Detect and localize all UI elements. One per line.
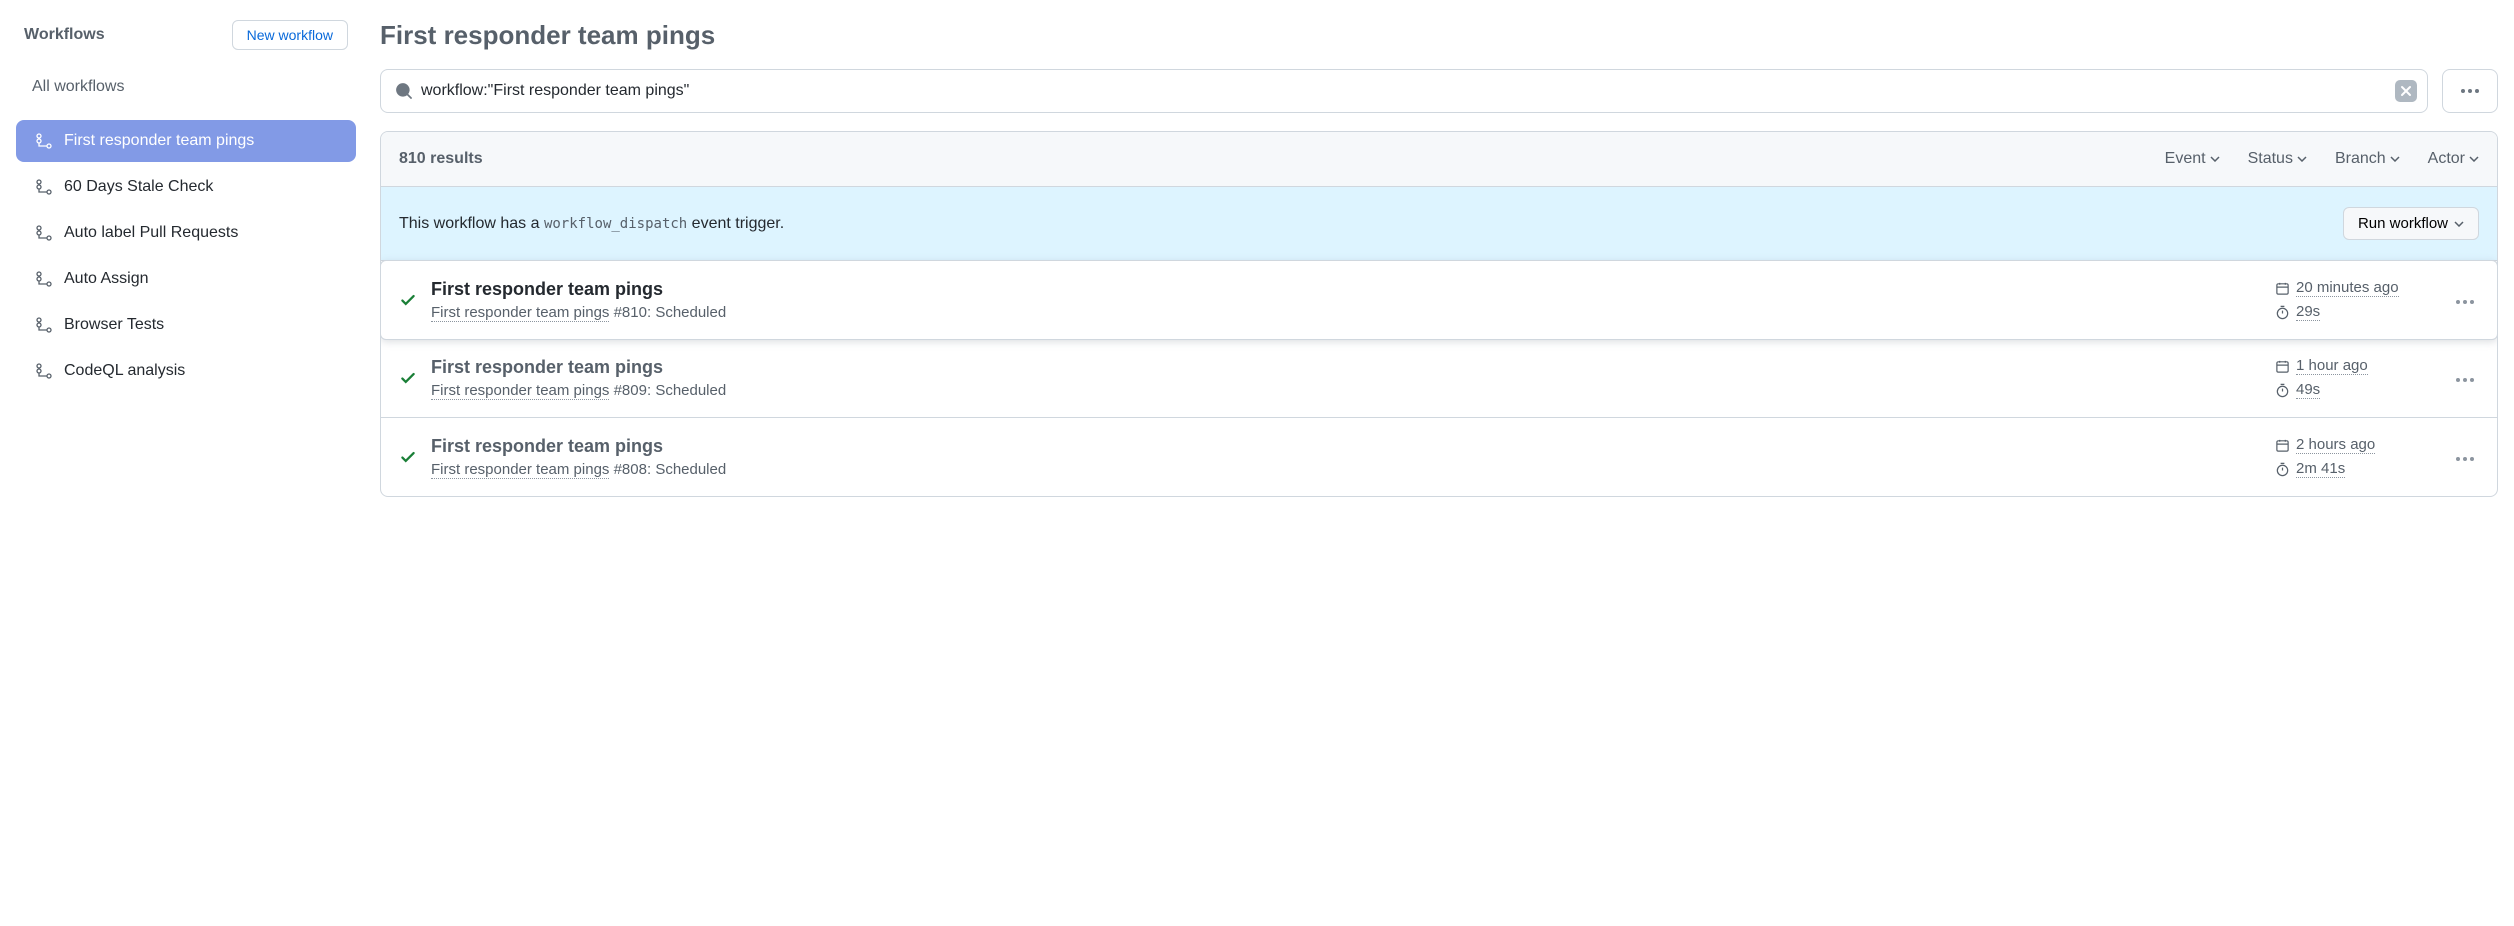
- calendar-icon: [2275, 281, 2290, 296]
- chevron-down-icon: [2390, 156, 2400, 162]
- search-box[interactable]: [380, 69, 2428, 113]
- sidebar-item-60-days[interactable]: 60 Days Stale Check: [16, 166, 356, 208]
- check-icon: [399, 448, 417, 466]
- stopwatch-icon: [2275, 383, 2290, 398]
- sidebar-item-first-responder[interactable]: First responder team pings: [16, 120, 356, 162]
- sidebar-item-label: Auto label Pull Requests: [64, 224, 238, 242]
- check-icon: [399, 369, 417, 387]
- workflow-icon: [36, 225, 52, 241]
- run-row[interactable]: First responder team pings First respond…: [381, 339, 2497, 418]
- run-menu-button[interactable]: [2451, 445, 2479, 469]
- run-menu-button[interactable]: [2451, 366, 2479, 390]
- search-icon: [395, 82, 413, 100]
- filter-status[interactable]: Status: [2248, 150, 2307, 168]
- workflow-icon: [36, 317, 52, 333]
- sidebar-item-label: 60 Days Stale Check: [64, 178, 213, 196]
- run-menu-button[interactable]: [2451, 288, 2479, 312]
- run-title: First responder team pings: [431, 279, 2261, 300]
- clear-search-button[interactable]: [2395, 80, 2417, 102]
- kebab-icon: [2460, 88, 2480, 94]
- run-time: 2 hours ago: [2275, 436, 2425, 454]
- filter-actor[interactable]: Actor: [2428, 150, 2479, 168]
- search-input[interactable]: [413, 82, 2395, 100]
- sidebar-item-auto-assign[interactable]: Auto Assign: [16, 258, 356, 300]
- results-count: 810 results: [399, 150, 483, 168]
- filter-branch[interactable]: Branch: [2335, 150, 2400, 168]
- kebab-icon: [2455, 377, 2475, 383]
- sidebar-all-workflows[interactable]: All workflows: [16, 68, 356, 106]
- chevron-down-icon: [2297, 156, 2307, 162]
- run-subtitle: First responder team pings #810: Schedul…: [431, 304, 2261, 321]
- check-icon: [399, 291, 417, 309]
- calendar-icon: [2275, 438, 2290, 453]
- run-duration: 49s: [2275, 381, 2425, 399]
- chevron-down-icon: [2469, 156, 2479, 162]
- sidebar-item-codeql[interactable]: CodeQL analysis: [16, 350, 356, 392]
- run-title: First responder team pings: [431, 357, 2261, 378]
- filter-event[interactable]: Event: [2165, 150, 2220, 168]
- chevron-down-icon: [2210, 156, 2220, 162]
- calendar-icon: [2275, 359, 2290, 374]
- kebab-icon: [2455, 299, 2475, 305]
- workflow-icon: [36, 133, 52, 149]
- workflow-icon: [36, 363, 52, 379]
- run-row[interactable]: First responder team pings First respond…: [380, 260, 2498, 340]
- chevron-down-icon: [2454, 221, 2464, 227]
- sidebar-title: Workflows: [24, 26, 105, 44]
- run-title: First responder team pings: [431, 436, 2261, 457]
- sidebar-item-auto-label[interactable]: Auto label Pull Requests: [16, 212, 356, 254]
- run-time: 1 hour ago: [2275, 357, 2425, 375]
- run-duration: 2m 41s: [2275, 460, 2425, 478]
- x-icon: [2400, 85, 2412, 97]
- new-workflow-button[interactable]: New workflow: [232, 20, 348, 50]
- workflow-icon: [36, 179, 52, 195]
- run-row[interactable]: First responder team pings First respond…: [381, 418, 2497, 496]
- run-workflow-button[interactable]: Run workflow: [2343, 207, 2479, 240]
- kebab-icon: [2455, 456, 2475, 462]
- sidebar-item-label: Browser Tests: [64, 316, 164, 334]
- workflow-icon: [36, 271, 52, 287]
- run-duration: 29s: [2275, 303, 2425, 321]
- stopwatch-icon: [2275, 305, 2290, 320]
- page-title: First responder team pings: [380, 20, 2498, 51]
- run-subtitle: First responder team pings #809: Schedul…: [431, 382, 2261, 399]
- sidebar-item-browser-tests[interactable]: Browser Tests: [16, 304, 356, 346]
- sidebar-item-label: Auto Assign: [64, 270, 149, 288]
- run-time: 20 minutes ago: [2275, 279, 2425, 297]
- run-subtitle: First responder team pings #808: Schedul…: [431, 461, 2261, 478]
- sidebar-item-label: CodeQL analysis: [64, 362, 185, 380]
- stopwatch-icon: [2275, 462, 2290, 477]
- more-options-button[interactable]: [2442, 69, 2498, 113]
- sidebar-item-label: First responder team pings: [64, 132, 254, 150]
- dispatch-message: This workflow has a workflow_dispatch ev…: [399, 215, 784, 233]
